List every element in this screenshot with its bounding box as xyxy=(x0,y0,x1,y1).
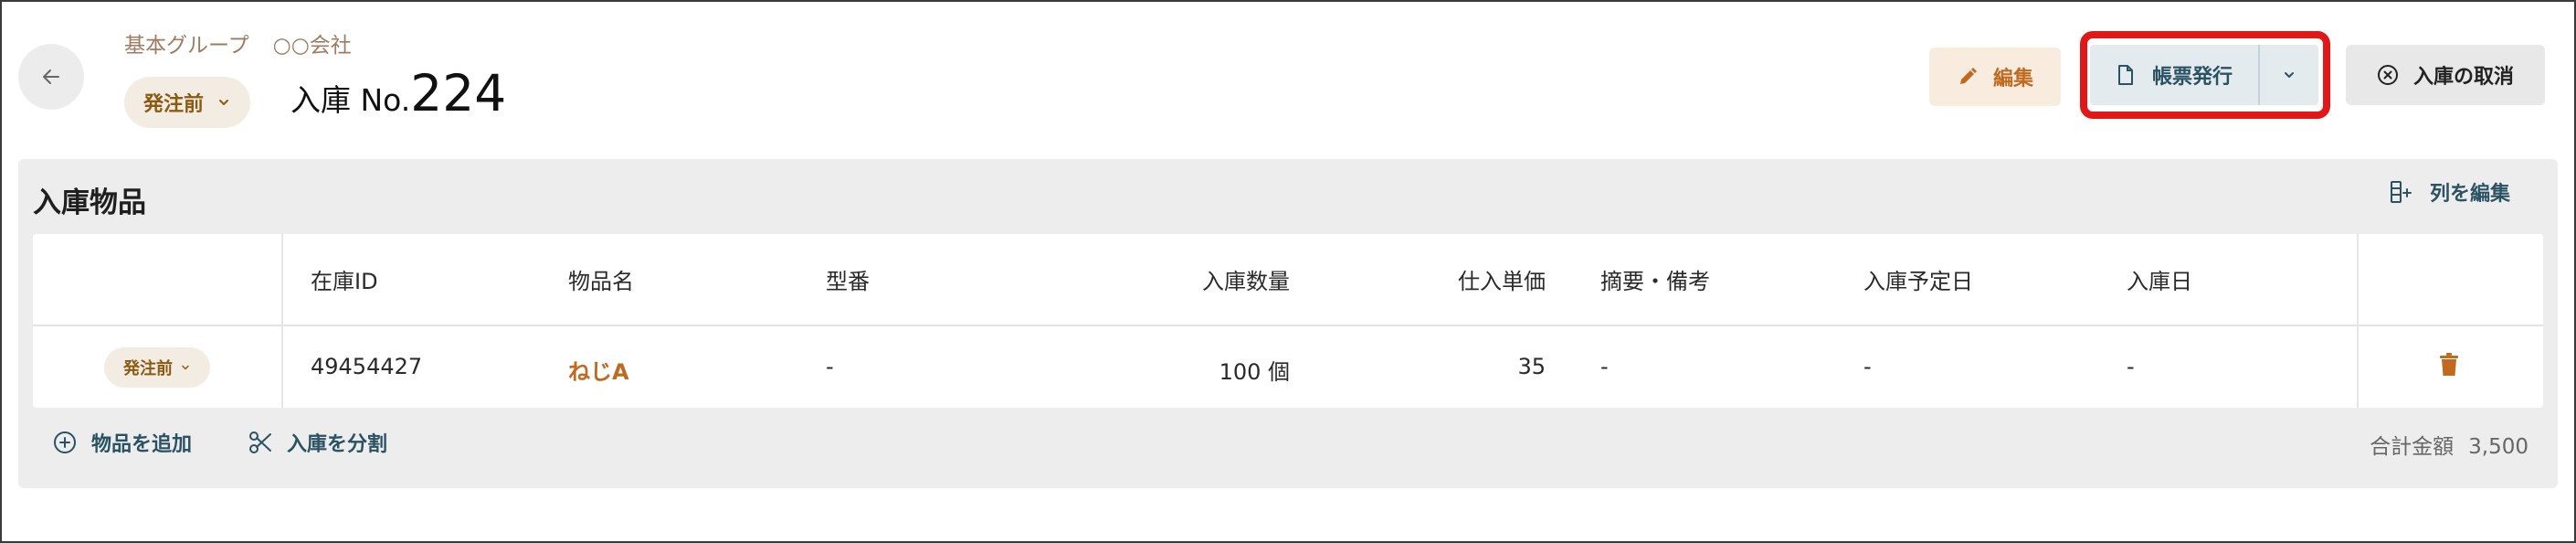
row-status-label: 発注前 xyxy=(123,359,173,378)
delete-row-button[interactable] xyxy=(2439,353,2461,378)
columns-plus-icon xyxy=(2391,181,2412,203)
breadcrumb-group[interactable]: 基本グループ xyxy=(124,34,249,58)
cell-model: - xyxy=(826,354,834,379)
cell-received-date: - xyxy=(2127,354,2135,379)
column-divider xyxy=(281,234,283,408)
column-header-planned-date[interactable]: 入庫予定日 xyxy=(1863,263,1973,295)
column-header-item-name[interactable]: 物品名 xyxy=(568,263,634,295)
scissors-icon xyxy=(249,431,271,453)
chevron-down-icon xyxy=(182,365,189,370)
column-header-received-date[interactable]: 入庫日 xyxy=(2127,263,2192,295)
split-receipt-label: 入庫を分割 xyxy=(287,433,388,456)
breadcrumb: 基本グループ ○○会社 xyxy=(124,27,375,59)
total-amount: 合計金額 3,500 xyxy=(2370,429,2528,460)
circle-x-icon xyxy=(2377,65,2398,85)
cell-item-name-link[interactable]: ねじA xyxy=(568,354,629,386)
status-dropdown[interactable]: 発注前 xyxy=(124,77,250,128)
pencil-icon xyxy=(1959,68,1977,84)
arrow-left-icon xyxy=(43,69,59,84)
circle-plus-icon xyxy=(54,431,76,453)
breadcrumb-company[interactable]: ○○会社 xyxy=(273,34,352,58)
column-header-note[interactable]: 摘要・備考 xyxy=(1600,263,1710,295)
split-receipt-button[interactable]: 入庫を分割 xyxy=(248,428,387,457)
panel-title: 入庫物品 xyxy=(33,186,146,219)
column-header-quantity[interactable]: 入庫数量 xyxy=(1107,263,1290,295)
cell-unit-price: 35 xyxy=(1517,354,1546,379)
add-item-label: 物品を追加 xyxy=(91,433,193,456)
cancel-receipt-button[interactable]: 入庫の取消 xyxy=(2346,45,2545,105)
title-prefix: 入庫 No. xyxy=(290,82,411,118)
cell-stock-id: 49454427 xyxy=(311,354,423,379)
total-value: 3,500 xyxy=(2468,435,2528,459)
status-label: 発注前 xyxy=(143,93,204,116)
title-number: 224 xyxy=(410,64,507,122)
column-header-stock-id[interactable]: 在庫ID xyxy=(311,263,378,295)
edit-columns-label: 列を編集 xyxy=(2430,183,2511,206)
highlight-box xyxy=(2080,31,2330,119)
header-divider xyxy=(33,325,2543,326)
edit-columns-button[interactable]: 列を編集 xyxy=(2390,177,2510,207)
column-header-unit-price[interactable]: 仕入単価 xyxy=(1363,263,1546,295)
add-item-button[interactable]: 物品を追加 xyxy=(53,428,192,457)
trash-icon xyxy=(2440,353,2458,376)
cell-planned-date: - xyxy=(1863,354,1872,379)
column-header-model[interactable]: 型番 xyxy=(826,263,870,295)
chevron-down-icon xyxy=(219,100,228,105)
cancel-receipt-label: 入庫の取消 xyxy=(2412,66,2514,89)
row-status-dropdown[interactable]: 発注前 xyxy=(104,347,210,388)
back-button[interactable] xyxy=(18,44,84,110)
cell-quantity: 100 個 xyxy=(1219,359,1290,385)
edit-label: 編集 xyxy=(1992,68,2033,90)
column-divider xyxy=(2357,234,2359,408)
total-label: 合計金額 xyxy=(2370,435,2455,459)
cell-note: - xyxy=(1600,354,1609,379)
edit-button[interactable]: 編集 xyxy=(1929,48,2061,106)
page-title: 入庫 No.224 xyxy=(290,64,506,122)
